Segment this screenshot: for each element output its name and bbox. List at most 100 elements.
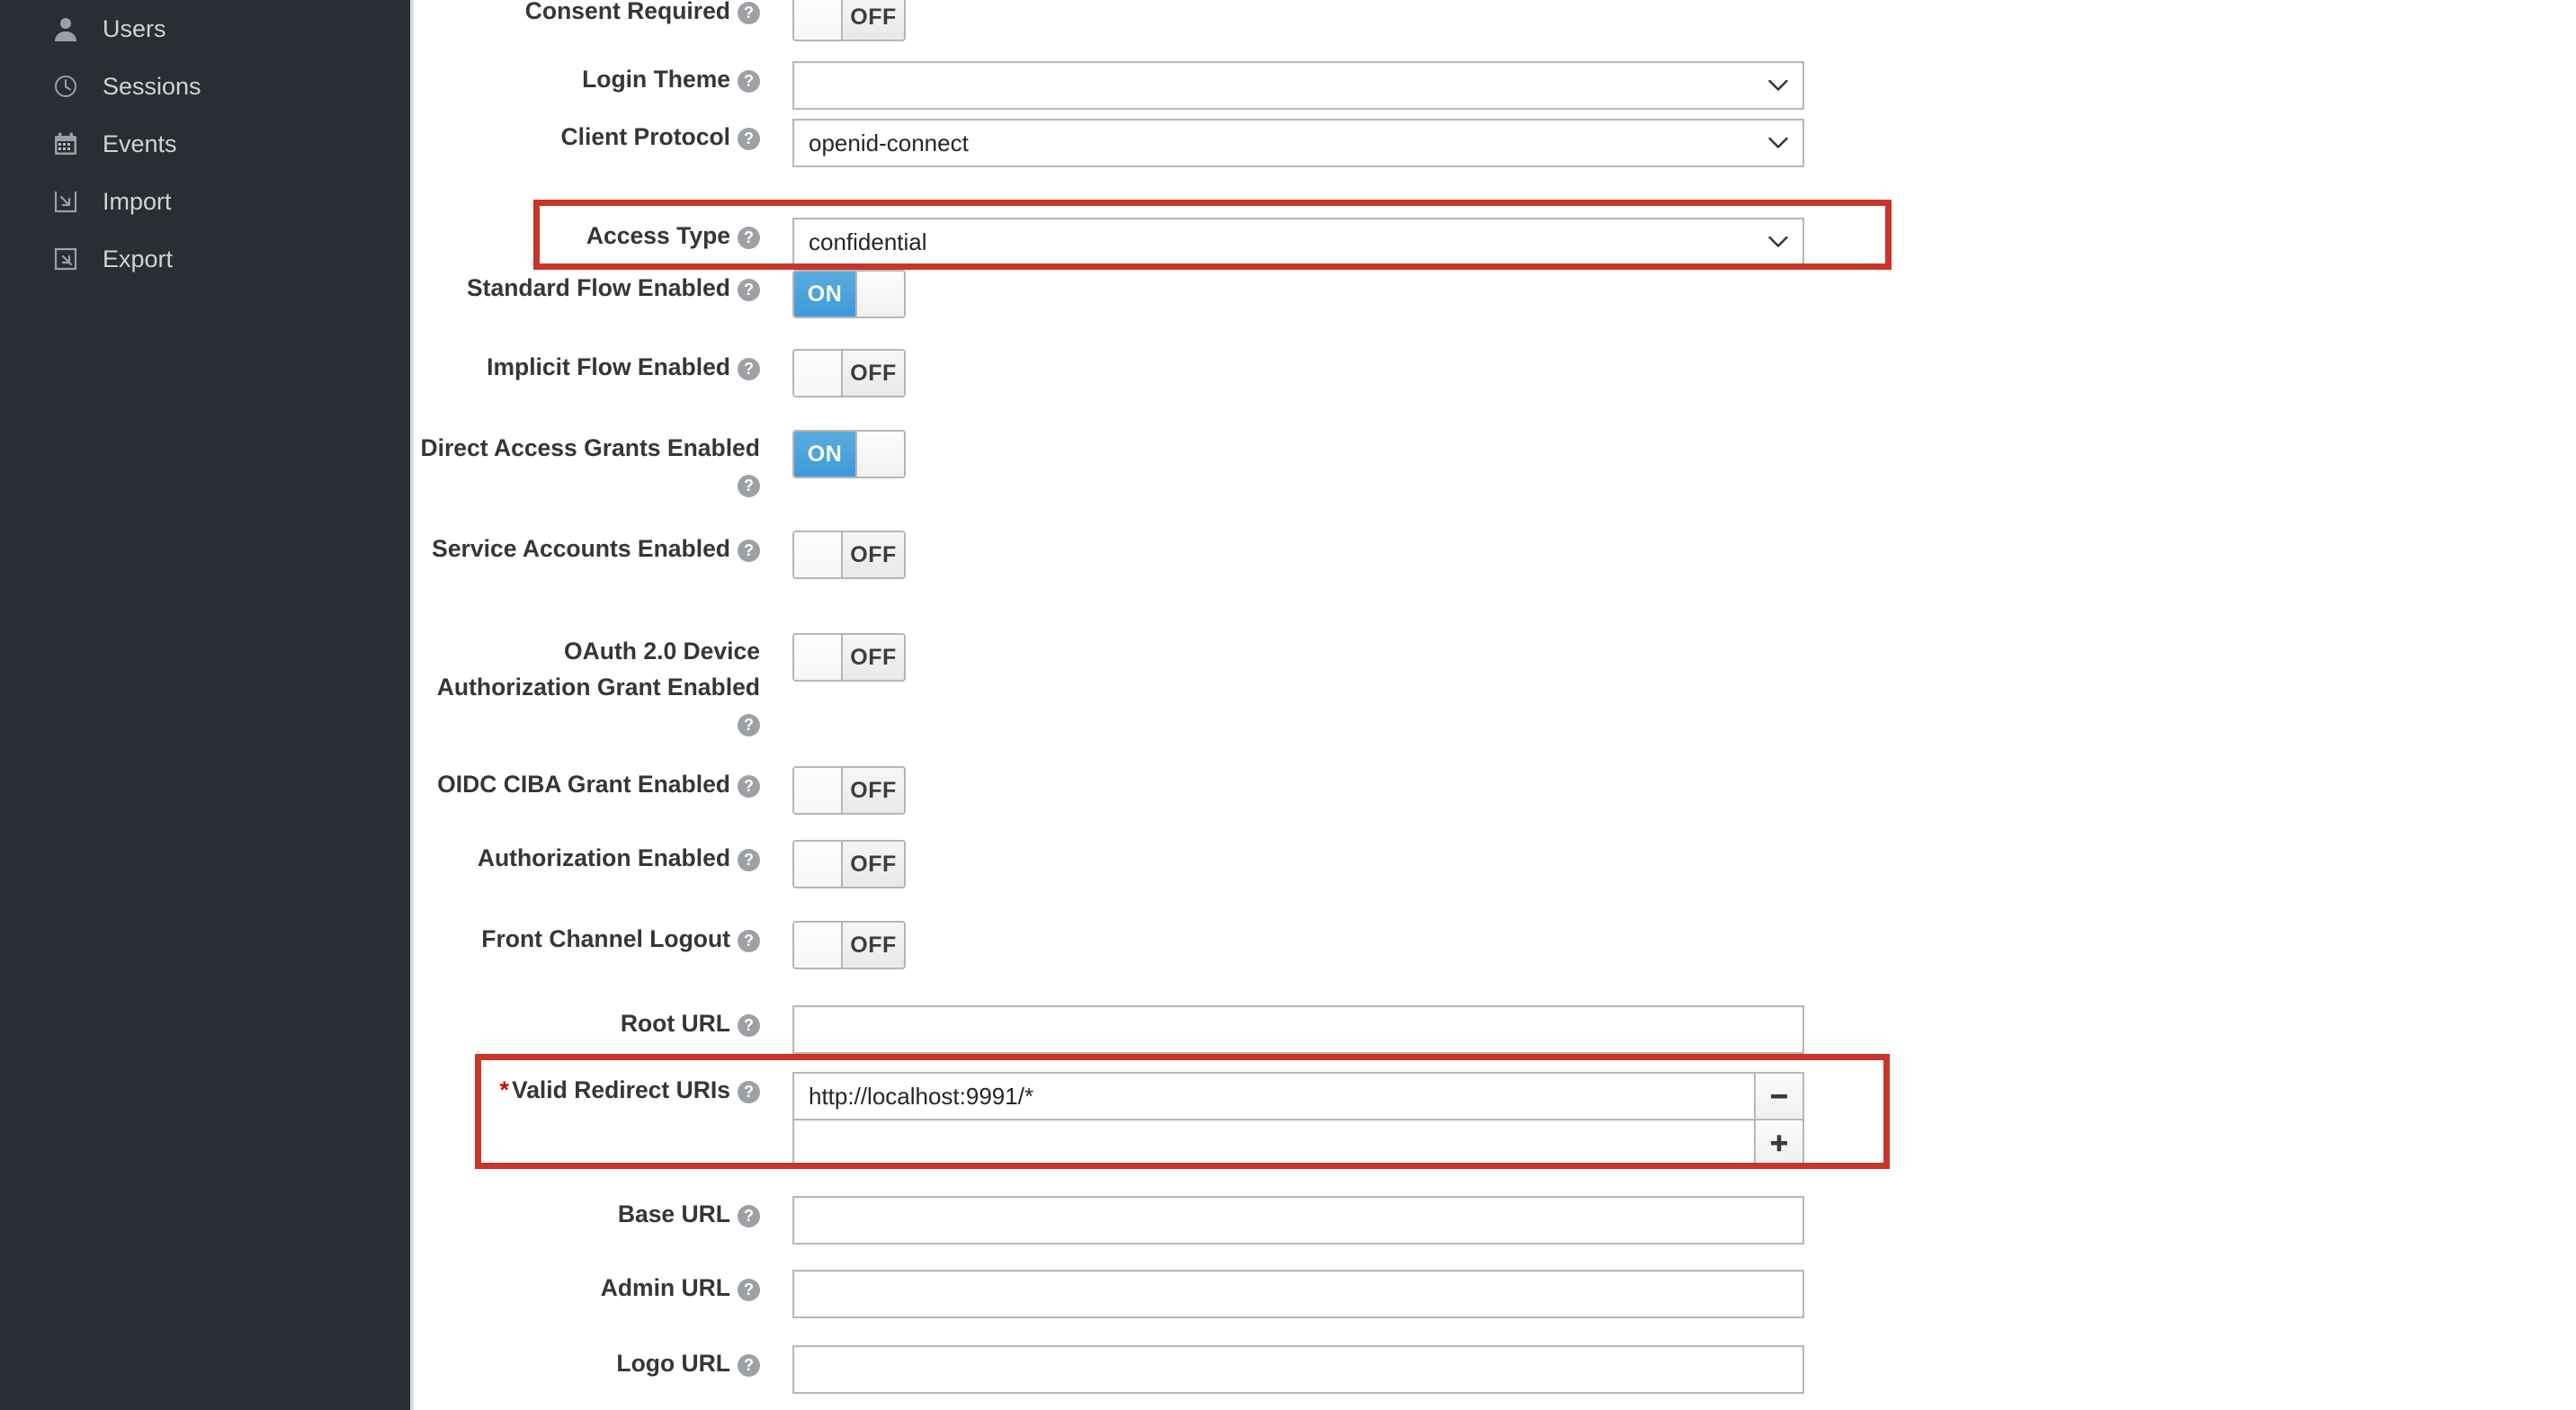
add-uri-button[interactable] <box>1756 1119 1804 1167</box>
field-label-text: Direct Access Grants Enabled <box>420 434 760 461</box>
form-row: OAuth 2.0 Device Authorization Grant Ena… <box>414 633 2576 741</box>
toggle-switch[interactable]: OFF <box>792 633 906 682</box>
field-label-text: Root URL <box>621 1010 730 1037</box>
field-label: *Valid Redirect URIs? <box>414 1072 760 1108</box>
field-label-text: Standard Flow Enabled <box>467 274 730 301</box>
chevron-down-icon <box>1768 80 1788 92</box>
toggle-switch[interactable]: OFF <box>792 840 906 888</box>
sidebar-item-import[interactable]: Import <box>0 173 410 230</box>
field-control: ON <box>760 430 2576 478</box>
uri-list: http://localhost:9991/* <box>792 1072 1804 1167</box>
toggle-state-label: OFF <box>843 768 904 813</box>
field-label-text: Authorization Enabled <box>478 844 730 871</box>
sidebar-item-export[interactable]: Export <box>0 230 410 288</box>
field-label: Implicit Flow Enabled? <box>414 349 760 385</box>
select-dropdown[interactable]: confidential <box>792 218 1804 266</box>
form-row: Implicit Flow Enabled? OFF <box>414 349 2576 400</box>
export-icon <box>52 245 79 272</box>
toggle-knob <box>794 842 843 887</box>
toggle-state-label: OFF <box>843 923 904 968</box>
form-row: Client Protocol?openid-connect <box>414 119 2576 167</box>
field-label: Service Accounts Enabled? <box>414 531 760 567</box>
field-label-text: Service Accounts Enabled <box>432 535 730 562</box>
help-icon[interactable]: ? <box>738 540 760 562</box>
toggle-switch[interactable]: OFF <box>792 349 906 397</box>
help-icon[interactable]: ? <box>738 279 760 301</box>
uri-list-item: http://localhost:9991/* <box>792 1072 1804 1120</box>
help-icon[interactable]: ? <box>738 227 760 249</box>
sidebar-item-label: Users <box>103 17 166 41</box>
field-label: Direct Access Grants Enabled? <box>414 430 760 502</box>
text-input[interactable] <box>792 1270 1804 1318</box>
form-row: Standard Flow Enabled? ON <box>414 270 2576 318</box>
help-icon[interactable]: ? <box>738 358 760 380</box>
form-row: OIDC CIBA Grant Enabled?OFF <box>414 766 2576 817</box>
field-label: Access Type? <box>414 218 760 254</box>
toggle-switch[interactable]: OFF <box>792 531 906 579</box>
toggle-switch[interactable]: ON <box>792 430 906 478</box>
form-row: Root URL? <box>414 1005 2576 1054</box>
field-control <box>760 1196 2576 1245</box>
chevron-down-icon <box>1768 236 1788 248</box>
select-dropdown[interactable]: openid-connect <box>792 119 1804 167</box>
toggle-state-label: ON <box>794 272 855 317</box>
field-control <box>760 1270 2576 1318</box>
field-label-text: Implicit Flow Enabled <box>487 353 730 380</box>
form-row: Login Theme? <box>414 61 2576 110</box>
help-icon[interactable]: ? <box>738 849 760 871</box>
form-row: *Valid Redirect URIs? http://localhost:99… <box>414 1072 2576 1167</box>
uri-value: http://localhost:9991/* <box>809 1083 1033 1111</box>
help-icon[interactable]: ? <box>738 714 760 736</box>
sidebar-item-users[interactable]: Users <box>0 0 410 58</box>
form-row: Base URL? <box>414 1196 2576 1245</box>
text-input[interactable] <box>792 1196 1804 1245</box>
toggle-switch[interactable]: OFF <box>792 766 906 815</box>
remove-uri-button[interactable] <box>1756 1072 1804 1120</box>
help-icon[interactable]: ? <box>738 2 760 24</box>
field-label-text: OAuth 2.0 Device Authorization Grant Ena… <box>437 638 760 701</box>
help-icon[interactable]: ? <box>738 1205 760 1227</box>
help-icon[interactable]: ? <box>738 930 760 952</box>
text-input[interactable] <box>792 1005 1804 1054</box>
help-icon[interactable]: ? <box>738 475 760 497</box>
field-control: confidential <box>760 218 2576 266</box>
chevron-down-icon <box>1768 138 1788 149</box>
text-input[interactable] <box>792 1345 1804 1394</box>
uri-list-item <box>792 1119 1804 1167</box>
calendar-icon <box>52 130 79 157</box>
toggle-knob <box>794 768 843 813</box>
help-icon[interactable]: ? <box>738 128 760 150</box>
field-control: OFF <box>760 766 2576 817</box>
field-control: OFF <box>760 921 2576 972</box>
help-icon[interactable]: ? <box>738 1014 760 1037</box>
sidebar-item-sessions[interactable]: Sessions <box>0 58 410 115</box>
field-label: Login Theme? <box>414 61 760 97</box>
help-icon[interactable]: ? <box>738 1354 760 1377</box>
uri-input[interactable] <box>792 1119 1756 1167</box>
sidebar-item-label: Import <box>103 190 172 214</box>
required-asterisk: * <box>500 1076 509 1103</box>
field-label-text: Login Theme <box>582 66 730 93</box>
sidebar-item-events[interactable]: Events <box>0 115 410 173</box>
help-icon[interactable]: ? <box>738 70 760 93</box>
toggle-state-label: ON <box>794 432 855 477</box>
toggle-switch[interactable]: OFF <box>792 921 906 969</box>
help-icon[interactable]: ? <box>738 1279 760 1301</box>
field-control: OFF <box>760 840 2576 891</box>
toggle-knob <box>794 532 843 577</box>
toggle-knob <box>794 351 843 396</box>
toggle-switch[interactable]: ON <box>792 270 906 318</box>
select-dropdown[interactable] <box>792 61 1804 110</box>
toggle-switch[interactable]: OFF <box>792 0 906 41</box>
toggle-knob <box>855 272 904 317</box>
toggle-knob <box>855 432 904 477</box>
field-label: Logo URL? <box>414 1345 760 1381</box>
help-icon[interactable]: ? <box>738 775 760 798</box>
field-control <box>760 61 2576 110</box>
field-label: OAuth 2.0 Device Authorization Grant Ena… <box>414 633 760 741</box>
select-value: confidential <box>809 228 927 256</box>
sidebar-item-label: Sessions <box>103 75 201 99</box>
uri-input[interactable]: http://localhost:9991/* <box>792 1072 1756 1120</box>
help-icon[interactable]: ? <box>738 1081 760 1103</box>
field-control: OFF <box>760 531 2576 582</box>
